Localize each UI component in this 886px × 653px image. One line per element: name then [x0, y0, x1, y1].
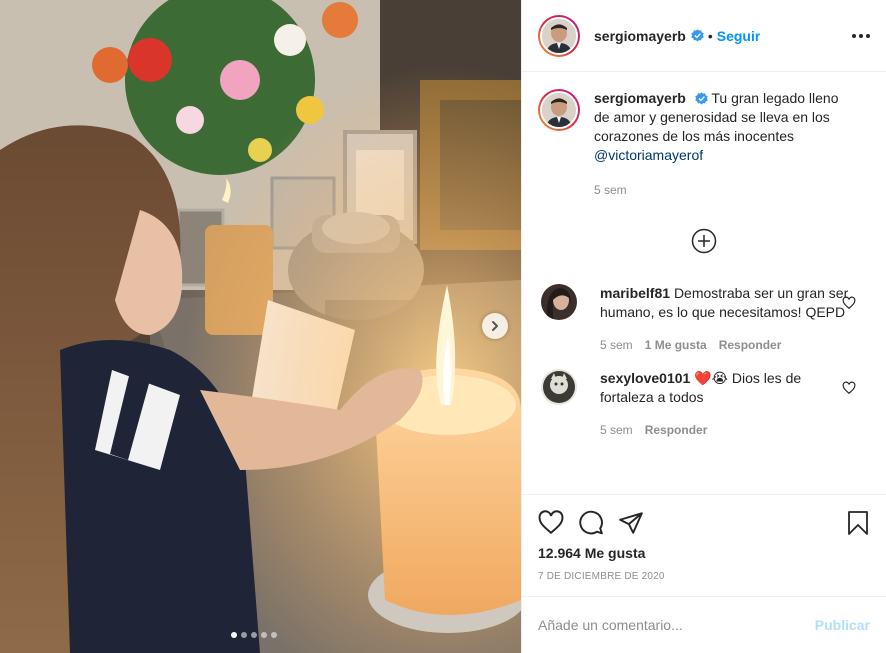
- comment-time[interactable]: 5 sem: [600, 336, 633, 355]
- add-comment-bar: Publicar: [522, 596, 886, 653]
- author-username[interactable]: sergiomayerb: [594, 28, 686, 44]
- comment-emoji: ❤️😭: [694, 370, 728, 386]
- carousel-dot: [251, 632, 257, 638]
- likes-count[interactable]: 12.964 Me gusta: [538, 545, 870, 561]
- caption-avatar-image: [542, 93, 576, 127]
- plus-circle-icon: [691, 228, 717, 254]
- comment-input[interactable]: [538, 617, 815, 633]
- reply-button[interactable]: Responder: [719, 336, 782, 355]
- more-options-icon[interactable]: [852, 33, 870, 38]
- author-avatar[interactable]: [538, 14, 580, 57]
- follow-button[interactable]: Seguir: [717, 28, 761, 44]
- bookmark-icon: [848, 511, 868, 535]
- heart-icon: [538, 510, 564, 535]
- commenter-avatar[interactable]: [541, 369, 577, 405]
- carousel-dot: [261, 632, 267, 638]
- heart-icon[interactable]: [842, 381, 856, 395]
- post-side-panel: sergiomayerb • Seguir sergiomayerb Tu gr…: [521, 0, 886, 653]
- header-separator: •: [707, 27, 713, 44]
- share-button[interactable]: [618, 510, 644, 536]
- save-button[interactable]: [846, 510, 870, 536]
- carousel-indicator: [231, 632, 277, 638]
- comments-section: sergiomayerb Tu gran legado lleno de amo…: [522, 73, 886, 493]
- post-caption: sergiomayerb Tu gran legado lleno de amo…: [538, 89, 870, 200]
- like-button[interactable]: [538, 510, 564, 536]
- commenter-avatar[interactable]: [541, 284, 577, 320]
- chevron-right-icon: [492, 321, 498, 331]
- heart-icon[interactable]: [842, 296, 856, 310]
- caption-username[interactable]: sergiomayerb: [594, 90, 686, 106]
- carousel-dot: [271, 632, 277, 638]
- reply-button[interactable]: Responder: [645, 421, 708, 440]
- publish-button[interactable]: Publicar: [815, 617, 870, 633]
- comment-item: maribelf81 Demostraba ser un gran ser hu…: [538, 284, 870, 355]
- commenter-username[interactable]: sexylove0101: [600, 370, 690, 386]
- post-actions: 12.964 Me gusta 7 DE DICIEMBRE DE 2020: [522, 494, 886, 595]
- post-photo[interactable]: [0, 0, 521, 653]
- carousel-dot: [241, 632, 247, 638]
- commenter-avatar-image: [541, 369, 577, 405]
- post-date[interactable]: 7 DE DICIEMBRE DE 2020: [538, 571, 870, 582]
- load-more-comments-button[interactable]: [538, 228, 870, 254]
- comment-button[interactable]: [578, 510, 604, 536]
- post-image-illustration: [0, 0, 521, 653]
- comment-time[interactable]: 5 sem: [600, 421, 633, 440]
- caption-author-avatar[interactable]: [538, 89, 580, 131]
- comment-likes-count[interactable]: 1 Me gusta: [645, 336, 707, 355]
- caption-mention-link[interactable]: @victoriamayerof: [594, 147, 703, 163]
- caption-time[interactable]: 5 sem: [594, 181, 627, 200]
- post-header: sergiomayerb • Seguir: [522, 0, 886, 72]
- commenter-username[interactable]: maribelf81: [600, 285, 670, 301]
- paper-plane-icon: [619, 512, 643, 534]
- verified-badge-icon: [695, 92, 708, 105]
- commenter-avatar-image: [541, 284, 577, 320]
- author-avatar-image: [542, 18, 576, 53]
- comment-item: sexylove0101 ❤️😭 Dios les de fortaleza a…: [538, 369, 870, 440]
- carousel-dot-active: [231, 632, 237, 638]
- comment-icon: [579, 510, 603, 535]
- verified-badge-icon: [691, 29, 704, 42]
- carousel-next-button[interactable]: [482, 313, 508, 339]
